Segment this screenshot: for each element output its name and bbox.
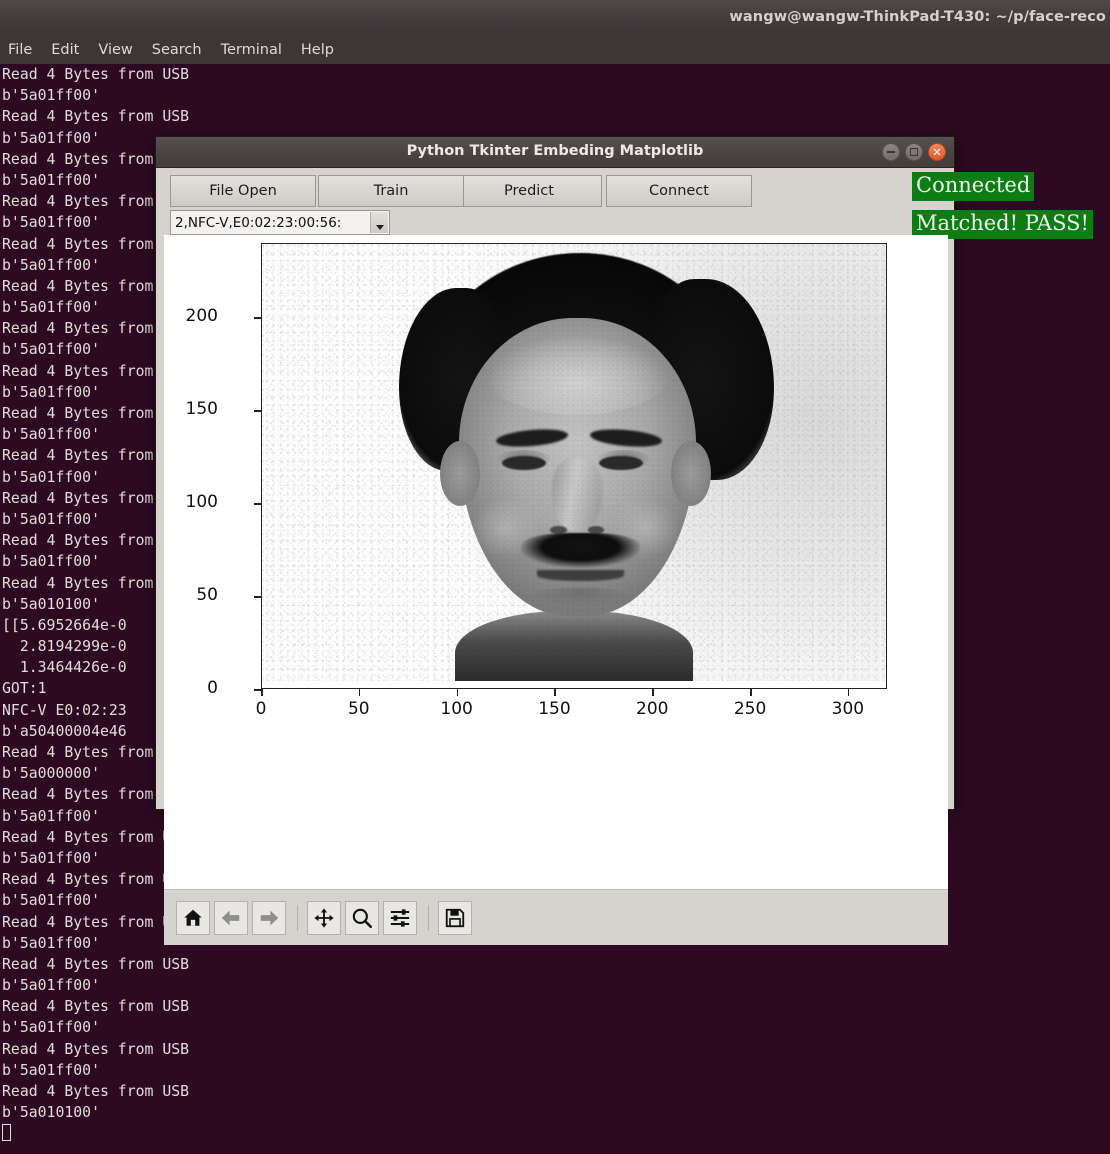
terminal-line: Read 4 Bytes from USB: [2, 1040, 190, 1058]
x-tick-label: 200: [636, 699, 669, 719]
terminal-cursor: [2, 1123, 1110, 1144]
train-button[interactable]: Train: [318, 175, 464, 207]
y-tick-mark: [254, 317, 261, 319]
y-tick-mark: [254, 410, 261, 412]
menu-item-terminal[interactable]: Terminal: [221, 42, 282, 58]
x-tick-mark: [261, 689, 263, 696]
terminal-line: Read 4 Bytes from USB: [2, 998, 190, 1016]
toolbar-divider-1: [297, 904, 298, 931]
terminal-titlebar: wangw@wangw-ThinkPad-T430: ~/p/face-reco: [0, 0, 1110, 37]
save-floppy-icon[interactable]: [438, 900, 472, 935]
x-tick-label: 100: [440, 699, 473, 719]
predict-button[interactable]: Predict: [456, 175, 602, 207]
window-button-group: ✕: [882, 143, 946, 161]
y-tick-label: 0: [207, 678, 218, 698]
terminal-line: b'5a01ff00': [2, 87, 100, 105]
menu-item-edit[interactable]: Edit: [51, 42, 79, 58]
zoom-magnifier-icon[interactable]: [345, 900, 379, 935]
x-tick-label: 0: [255, 699, 267, 719]
x-tick-mark: [652, 689, 654, 696]
x-tick-label: 250: [733, 699, 767, 719]
x-tick-mark: [358, 689, 361, 696]
x-tick-label: 50: [347, 699, 370, 719]
plot-axes: [261, 243, 887, 689]
forward-arrow-icon[interactable]: [252, 900, 286, 935]
toolbar-divider-2: [428, 904, 429, 931]
menu-item-file[interactable]: File: [8, 42, 32, 58]
menu-item-help[interactable]: Help: [301, 42, 334, 58]
image-noise: [262, 244, 886, 682]
status-badge-connection: Connected: [912, 172, 1035, 201]
tkinter-window: Python Tkinter Embeding Matplotlib ✕ Con…: [155, 136, 1093, 945]
matplotlib-figure-canvas[interactable]: 0 50 100 150 200 0 50 100 150 200 250 300: [164, 235, 948, 895]
x-tick-label: 300: [831, 699, 865, 719]
y-tick-mark: [254, 689, 261, 691]
tk-control-bar: Connect Predict Train File Open 2,NFC-V,E0:…: [156, 168, 1093, 239]
chevron-down-icon[interactable]: [370, 212, 388, 233]
terminal-line: Read 4 Bytes from USB: [2, 66, 190, 83]
terminal-line: b'5a01ff00': [2, 977, 100, 995]
y-tick-label: 100: [185, 492, 218, 513]
back-arrow-icon[interactable]: [214, 900, 248, 935]
x-tick-mark: [554, 689, 557, 696]
tk-titlebar: Python Tkinter Embeding Matplotlib ✕: [156, 137, 954, 168]
home-icon[interactable]: [176, 900, 210, 935]
minimize-icon[interactable]: [882, 143, 900, 161]
y-tick-mark: [254, 596, 261, 598]
terminal-line: b'5a010100': [2, 1104, 100, 1122]
subplot-sliders-icon[interactable]: [383, 900, 417, 935]
y-tick-label: 200: [185, 306, 218, 327]
screen: wangw@wangw-ThinkPad-T430: ~/p/face-reco…: [0, 0, 1110, 1154]
x-tick-mark: [847, 689, 850, 696]
matplotlib-navigation-toolbar: [164, 889, 948, 945]
combobox-value: 2,NFC-V,E0:02:23:00:56:: [175, 214, 342, 231]
y-tick-label: 50: [196, 585, 218, 606]
tag-select-combobox[interactable]: 2,NFC-V,E0:02:23:00:56:: [170, 210, 390, 235]
x-tick-mark: [750, 689, 752, 696]
pan-move-icon[interactable]: [307, 900, 341, 935]
x-tick-mark: [456, 689, 459, 696]
y-tick-label: 150: [185, 399, 218, 420]
terminal-line: b'5a01ff00': [2, 1061, 100, 1079]
terminal-line: Read 4 Bytes from USB: [2, 955, 190, 973]
tk-window-title: Python Tkinter Embeding Matplotlib: [406, 143, 704, 159]
terminal-title: wangw@wangw-ThinkPad-T430: ~/p/face-reco: [729, 9, 1106, 25]
y-tick-mark: [254, 503, 261, 505]
terminal-line: Read 4 Bytes from USB: [2, 1083, 190, 1100]
menu-item-view[interactable]: View: [98, 42, 132, 58]
connect-button[interactable]: Connect: [606, 175, 752, 207]
x-tick-label: 150: [538, 699, 571, 719]
face-image: [262, 244, 886, 682]
close-icon[interactable]: ✕: [928, 143, 946, 161]
terminal-menubar: File Edit View Search Terminal Help: [0, 36, 1110, 64]
menu-item-search[interactable]: Search: [152, 42, 202, 58]
maximize-icon[interactable]: [905, 143, 923, 161]
terminal-line: b'5a01ff00': [2, 1019, 100, 1037]
terminal-line: Read 4 Bytes from USB: [2, 108, 190, 126]
file-open-button[interactable]: File Open: [170, 175, 316, 207]
